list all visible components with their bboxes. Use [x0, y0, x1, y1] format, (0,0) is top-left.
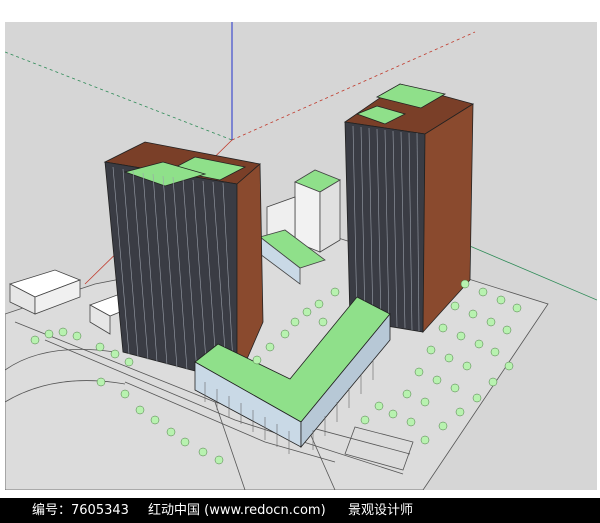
- model-viewport[interactable]: [5, 22, 597, 490]
- caption-bar: 编号：7605343 红动中国 (www.redocn.com) 景观设计师: [0, 498, 600, 523]
- site-link-text[interactable]: 红动中国 (www.redocn.com): [148, 498, 326, 523]
- left-tower: [103, 141, 264, 383]
- model-drawing: [5, 22, 597, 490]
- image-title-text: 景观设计师: [348, 503, 414, 518]
- image-id-text: 编号：7605343: [32, 503, 129, 518]
